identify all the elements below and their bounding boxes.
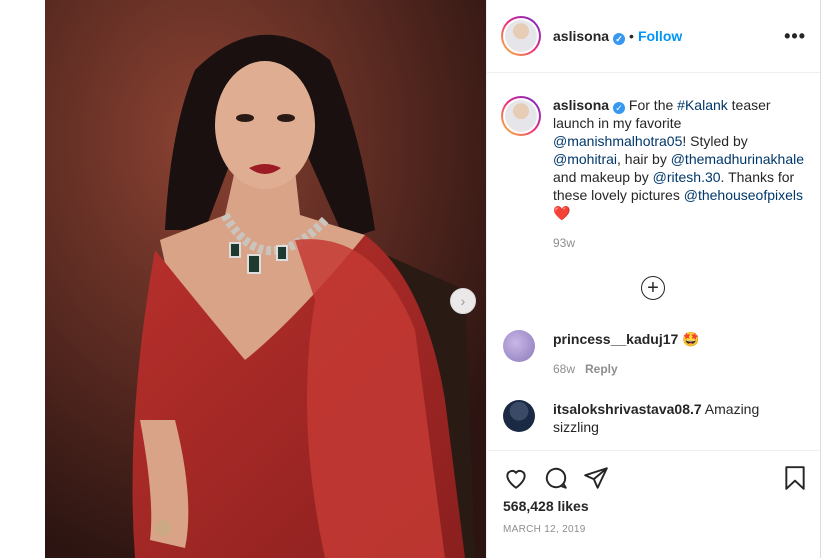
comment-username[interactable]: itsalokshrivastava08.7 xyxy=(553,401,702,417)
hashtag-link[interactable]: #Kalank xyxy=(677,97,728,113)
commenter-avatar[interactable] xyxy=(503,330,535,362)
reply-button[interactable]: Reply xyxy=(585,362,618,376)
plus-circle-icon[interactable]: + xyxy=(641,276,665,300)
profile-avatar[interactable] xyxy=(501,16,541,56)
comment-text: 🤩 xyxy=(682,331,700,347)
heart-icon[interactable] xyxy=(503,465,529,491)
caption-avatar[interactable] xyxy=(501,96,541,136)
mention-link[interactable]: @mohitrai xyxy=(553,151,617,167)
likes-count[interactable]: 568,428 likes xyxy=(503,498,589,514)
next-image-button[interactable]: › xyxy=(450,288,476,314)
mention-link[interactable]: @ritesh.30 xyxy=(653,169,721,185)
comment-icon[interactable] xyxy=(543,465,569,491)
chevron-right-icon: › xyxy=(460,293,466,309)
comment-username[interactable]: princess__kaduj17 xyxy=(553,331,678,347)
caption-username[interactable]: aslisona xyxy=(553,97,609,113)
comment-item: itsalokshrivastava08.7 Amazing sizzling xyxy=(503,400,803,436)
mention-link[interactable]: @manishmalhotra05 xyxy=(553,133,682,149)
comment-item: princess__kaduj17 🤩 68w Reply xyxy=(503,330,803,378)
follow-button[interactable]: Follow xyxy=(638,28,682,44)
separator-dot: • xyxy=(629,28,634,44)
verified-badge-icon: ✓ xyxy=(613,32,626,45)
caption-timestamp: 93w xyxy=(553,236,576,250)
mention-link[interactable]: @themadhurinakhale xyxy=(671,151,804,167)
share-icon[interactable] xyxy=(583,465,609,491)
post-caption: aslisona ✓ For the #Kalank teaser launch … xyxy=(501,96,806,252)
post-date: MARCH 12, 2019 xyxy=(503,524,586,535)
header-username[interactable]: aslisona ✓ xyxy=(553,28,626,45)
heart-emoji: ❤️ xyxy=(553,205,571,221)
post-details-panel: aslisona ✓ • Follow ••• aslisona ✓ For the… xyxy=(486,0,821,558)
mention-link[interactable]: @thehouseofpixels xyxy=(684,187,803,203)
portrait-image xyxy=(45,0,486,558)
caption-text: aslisona ✓ For the #Kalank teaser launch … xyxy=(553,97,805,221)
commenter-avatar[interactable] xyxy=(503,400,535,432)
verified-badge-icon: ✓ xyxy=(613,102,626,114)
post-photo[interactable] xyxy=(45,0,486,558)
more-options-icon[interactable]: ••• xyxy=(784,26,806,47)
comment-timestamp: 68w xyxy=(553,362,576,376)
bookmark-icon[interactable] xyxy=(782,465,808,491)
post-header: aslisona ✓ • Follow ••• xyxy=(487,0,820,73)
post-actions: 568,428 likes MARCH 12, 2019 xyxy=(487,450,820,558)
